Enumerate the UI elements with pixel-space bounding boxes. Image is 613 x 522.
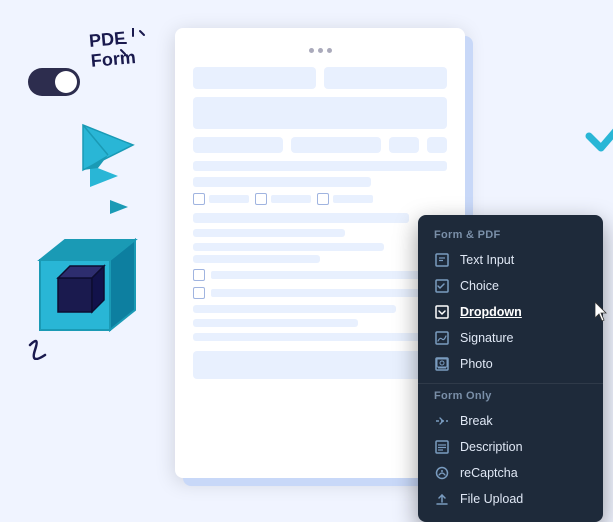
check-item-2: [255, 193, 311, 205]
small-arrow-decoration: [110, 200, 128, 214]
form-field-bottom: [193, 351, 447, 379]
checkbox-2: [255, 193, 267, 205]
checkbox-3: [317, 193, 329, 205]
dot-2: [318, 48, 323, 53]
menu-item-signature-label: Signature: [460, 331, 514, 345]
text-input-icon: [434, 252, 450, 268]
signature-icon: [434, 330, 450, 346]
line-5: [193, 243, 384, 251]
check-item-1: [193, 193, 249, 205]
menu-item-text-input-label: Text Input: [460, 253, 514, 267]
single-check-row-1: [193, 269, 447, 281]
form-field-5: [291, 137, 381, 153]
single-checkbox-2: [193, 287, 205, 299]
menu-item-description[interactable]: Description: [418, 434, 603, 460]
section-form-pdf-label: Form & PDF: [418, 229, 603, 247]
check-label-2: [271, 195, 311, 203]
menu-item-break-label: Break: [460, 414, 493, 428]
line-9: [193, 333, 422, 341]
form-row-2: [193, 137, 447, 153]
single-check-label-2: [211, 289, 447, 297]
checkbox-1: [193, 193, 205, 205]
menu-divider: [418, 383, 603, 384]
dot-3: [327, 48, 332, 53]
menu-item-break[interactable]: Break: [418, 408, 603, 434]
dropdown-icon: [434, 304, 450, 320]
line-7: [193, 305, 396, 313]
line-8: [193, 319, 358, 327]
description-icon: [434, 439, 450, 455]
menu-item-file-upload[interactable]: File Upload: [418, 486, 603, 512]
photo-icon: [434, 356, 450, 372]
file-upload-icon: [434, 491, 450, 507]
choice-icon: [434, 278, 450, 294]
toggle-knob: [55, 71, 77, 93]
check-label-3: [333, 195, 373, 203]
single-check-row-2: [193, 287, 447, 299]
menu-item-recaptcha[interactable]: reCaptcha: [418, 460, 603, 486]
menu-item-choice[interactable]: Choice: [418, 273, 603, 299]
line-1: [193, 161, 447, 171]
menu-item-signature[interactable]: Signature: [418, 325, 603, 351]
form-field-2: [324, 67, 447, 89]
form-field-6: [389, 137, 419, 153]
check-label-1: [209, 195, 249, 203]
form-field-7: [427, 137, 447, 153]
break-icon: [434, 413, 450, 429]
context-menu: Form & PDF Text Input Choice: [418, 215, 603, 522]
cursor-icon: [595, 302, 611, 322]
toggle-decoration: [28, 68, 80, 96]
menu-item-photo[interactable]: Photo: [418, 351, 603, 377]
spark-decorations: [118, 28, 148, 68]
single-check-label-1: [211, 271, 447, 279]
menu-item-description-label: Description: [460, 440, 523, 454]
menu-item-photo-label: Photo: [460, 357, 493, 371]
pdf-form-label: PDF Form: [88, 28, 136, 71]
menu-item-dropdown[interactable]: Dropdown: [418, 299, 603, 325]
line-3: [193, 213, 409, 223]
line-6: [193, 255, 320, 263]
arrow-decoration: [90, 165, 118, 187]
menu-item-recaptcha-label: reCaptcha: [460, 466, 518, 480]
single-checkbox-1: [193, 269, 205, 281]
menu-item-file-upload-label: File Upload: [460, 492, 523, 506]
checkmark-decoration: [583, 110, 613, 158]
form-field-4: [193, 137, 283, 153]
check-item-3: [317, 193, 373, 205]
menu-item-choice-label: Choice: [460, 279, 499, 293]
form-field-3: [193, 97, 447, 129]
window-dots: [193, 48, 447, 53]
dot-1: [309, 48, 314, 53]
line-4: [193, 229, 345, 237]
section-form-only-label: Form Only: [418, 390, 603, 408]
menu-item-dropdown-label: Dropdown: [460, 305, 522, 319]
form-field-1: [193, 67, 316, 89]
menu-item-text-input[interactable]: Text Input: [418, 247, 603, 273]
cube-decoration: [10, 220, 140, 360]
line-2: [193, 177, 371, 187]
paper-plane-icon: [78, 120, 138, 175]
form-row-1: [193, 67, 447, 89]
recaptcha-icon: [434, 465, 450, 481]
checkbox-group: [193, 193, 447, 205]
